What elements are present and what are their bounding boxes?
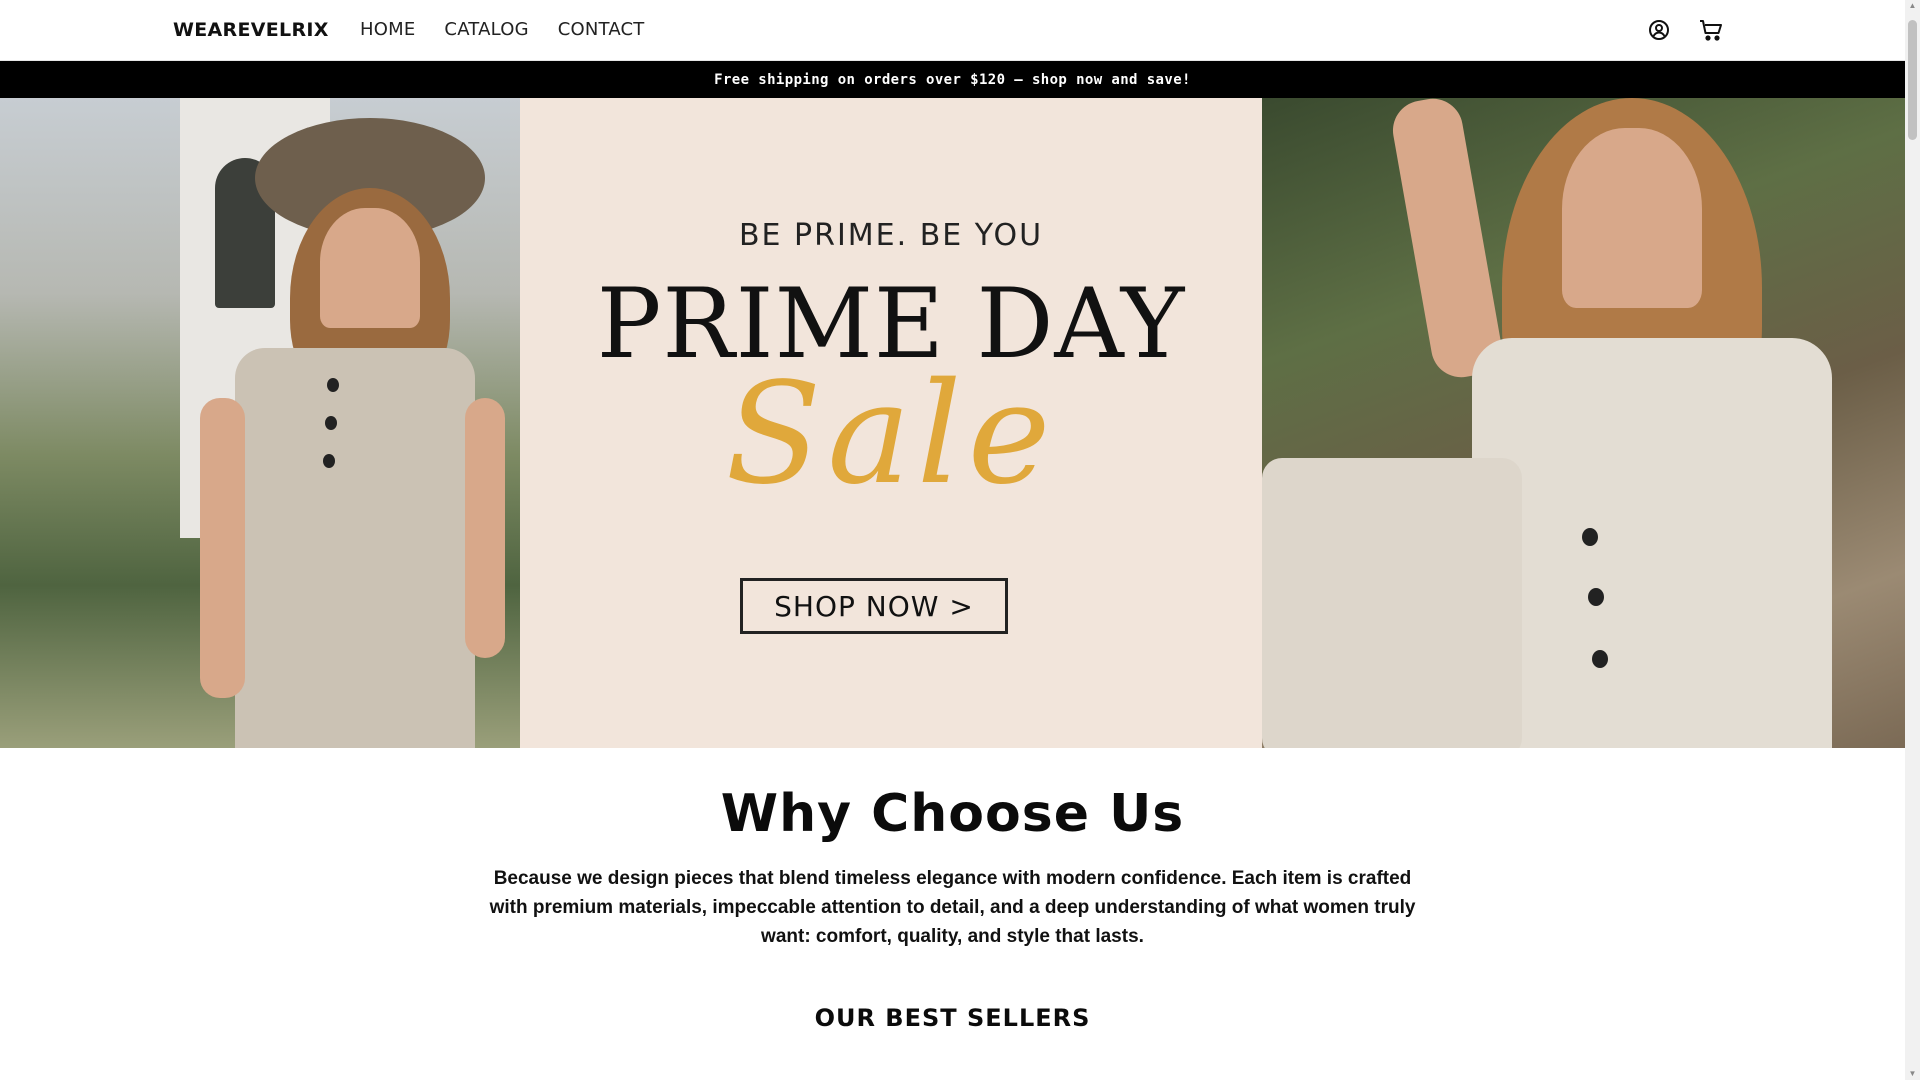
nav-contact[interactable]: CONTACT — [558, 19, 645, 40]
nav-catalog[interactable]: CATALOG — [444, 19, 528, 40]
page-scrollbar[interactable]: ▲ ▼ — [1905, 0, 1920, 1080]
face-right — [1562, 128, 1702, 308]
main-nav: HOME CATALOG CONTACT — [360, 19, 674, 40]
site-header: WEAREVELRIX HOME CATALOG CONTACT — [0, 0, 1905, 61]
scroll-thumb[interactable] — [1908, 20, 1917, 140]
hero-banner[interactable]: BE PRIME. BE YOU PRIME DAY Sale SHOP NOW… — [0, 98, 1905, 748]
account-icon[interactable] — [1646, 17, 1672, 43]
vest-button — [1582, 528, 1598, 546]
nav-home[interactable]: HOME — [360, 19, 415, 40]
trousers-right — [1262, 458, 1522, 748]
vest-button — [323, 454, 335, 468]
site-logo[interactable]: WEAREVELRIX — [173, 19, 329, 41]
hero-photo-left — [0, 98, 590, 748]
arm-left — [200, 398, 245, 698]
scroll-up-icon[interactable]: ▲ — [1908, 2, 1917, 10]
announcement-text: Free shipping on orders over $120 – shop… — [714, 71, 1191, 88]
hero-tagline: BE PRIME. BE YOU — [738, 218, 1044, 253]
announcement-bar: Free shipping on orders over $120 – shop… — [0, 61, 1905, 98]
vest-left — [235, 348, 475, 748]
vest-button — [325, 416, 337, 430]
vest-button — [327, 378, 339, 392]
raised-arm — [1388, 98, 1506, 382]
hero-script: Sale — [725, 353, 1057, 516]
hero-center-panel: BE PRIME. BE YOU PRIME DAY Sale SHOP NOW… — [520, 98, 1262, 748]
cart-icon[interactable] — [1698, 17, 1724, 43]
shop-now-button[interactable]: SHOP NOW > — [740, 578, 1008, 634]
vest-right — [1472, 338, 1832, 748]
face-left — [320, 208, 420, 328]
vest-button — [1592, 650, 1608, 668]
why-text: Because we design pieces that blend time… — [489, 868, 1416, 947]
scroll-down-icon[interactable]: ▼ — [1908, 1070, 1917, 1078]
why-title: Why Choose Us — [720, 784, 1185, 844]
best-sellers-title: OUR BEST SELLERS — [814, 1004, 1091, 1032]
hero-photo-right — [1262, 98, 1905, 748]
vest-button — [1588, 588, 1604, 606]
arm-right — [465, 398, 505, 658]
